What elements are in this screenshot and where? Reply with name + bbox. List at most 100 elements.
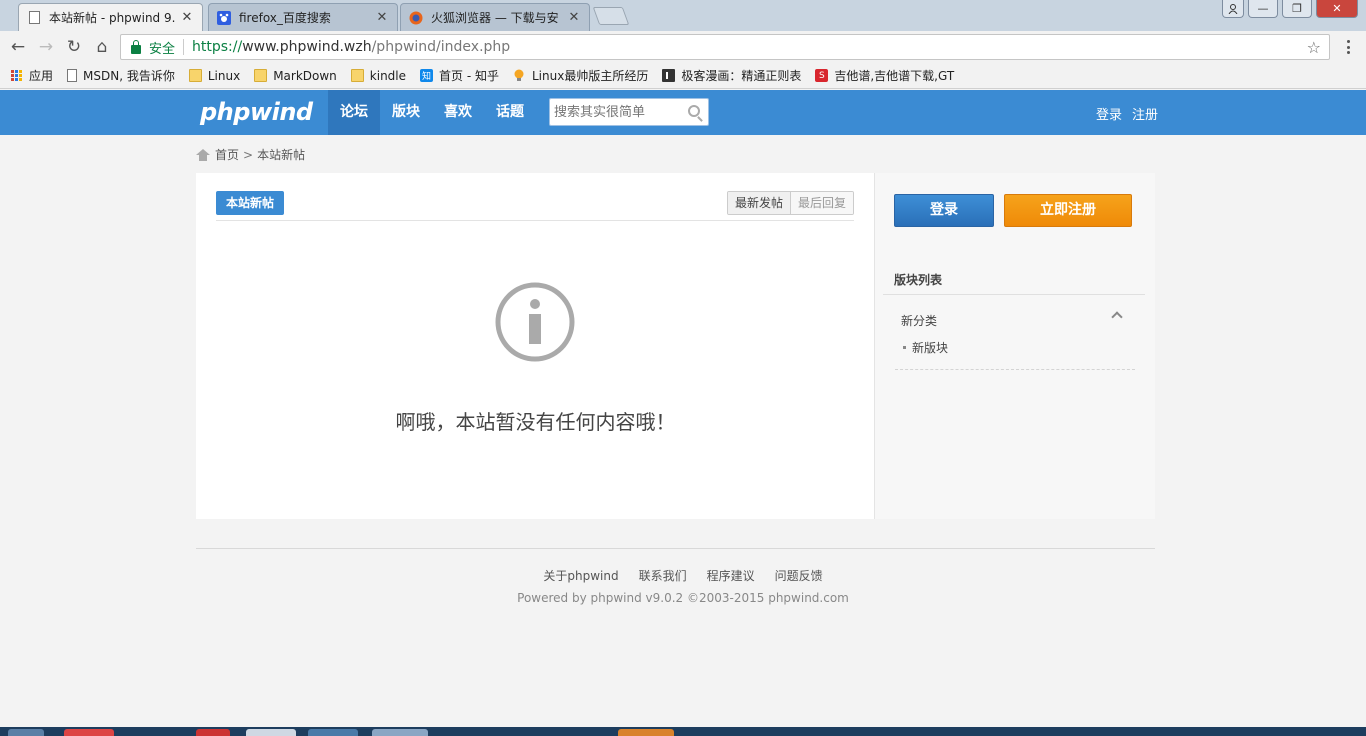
footer-link-about[interactable]: 关于phpwind — [543, 567, 618, 584]
apps-grid-icon — [10, 69, 23, 82]
bookmark-msdn[interactable]: MSDN, 我告诉你 — [67, 67, 175, 84]
footer-divider — [196, 548, 1155, 549]
back-arrow-icon[interactable]: ← — [8, 37, 28, 57]
tab-title: 火狐浏览器 — 下载与安 — [431, 11, 559, 25]
url-path: /phpwind/index.php — [371, 39, 511, 55]
forum-item[interactable]: 新版块 — [903, 339, 948, 356]
taskbar-app[interactable] — [308, 729, 358, 736]
page-icon — [67, 69, 78, 82]
reload-icon[interactable]: ↻ — [64, 37, 84, 57]
browser-tab-strip: 本站新帖 - phpwind 9.0 ✕ firefox_百度搜索 ✕ 火狐浏览… — [0, 0, 1366, 31]
footer-link-contact[interactable]: 联系我们 — [639, 567, 687, 584]
bookmark-geek-comic[interactable]: 极客漫画：精通正则表 — [662, 67, 801, 84]
browser-tab-2[interactable]: firefox_百度搜索 ✕ — [208, 3, 398, 31]
tab-title: 本站新帖 - phpwind 9.0 — [49, 11, 176, 25]
nav-topics[interactable]: 话题 — [484, 90, 536, 135]
bookmark-label: 应用 — [29, 69, 54, 83]
divider — [895, 369, 1135, 370]
close-icon[interactable]: ✕ — [567, 10, 581, 25]
header-register-link[interactable]: 注册 — [1132, 104, 1158, 123]
browser-tab-3[interactable]: 火狐浏览器 — 下载与安 ✕ — [400, 3, 590, 31]
new-tab-button[interactable] — [592, 7, 630, 25]
browser-menu-icon[interactable] — [1340, 37, 1356, 57]
login-button[interactable]: 登录 — [894, 194, 994, 227]
lock-icon — [131, 39, 141, 54]
bookmark-zhihu[interactable]: 知 首页 - 知乎 — [420, 67, 499, 84]
bookmark-label: 吉他谱,吉他谱下载,GT — [834, 69, 955, 83]
bookmark-label: MSDN, 我告诉你 — [83, 69, 175, 83]
browser-tab-1[interactable]: 本站新帖 - phpwind 9.0 ✕ — [18, 3, 203, 31]
user-profile-icon[interactable] — [1222, 0, 1244, 18]
sort-last-reply[interactable]: 最后回复 — [789, 192, 853, 214]
footer-link-suggestions[interactable]: 程序建议 — [707, 567, 755, 584]
divider — [883, 294, 1145, 295]
board-tag: 本站新帖 — [216, 191, 285, 215]
search-input[interactable] — [554, 100, 682, 124]
close-icon[interactable]: ✕ — [375, 10, 389, 25]
bookmark-label: Linux — [207, 68, 241, 83]
home-button-icon[interactable]: ⌂ — [92, 37, 112, 57]
home-icon — [196, 148, 210, 161]
guitar-site-icon: S — [815, 69, 829, 82]
folder-icon — [188, 69, 202, 82]
folder-icon — [254, 69, 268, 82]
url-scheme: https:// — [192, 39, 243, 55]
bookmark-label: 极客漫画：精通正则表 — [681, 69, 802, 83]
tab-title: firefox_百度搜索 — [239, 11, 331, 25]
breadcrumb-current[interactable]: 本站新帖 — [257, 146, 305, 163]
breadcrumb: 首页 > 本站新帖 — [196, 146, 305, 163]
forum-item-label: 新版块 — [912, 341, 949, 355]
url-host: www.phpwind.wzh — [242, 39, 372, 55]
breadcrumb-home[interactable]: 首页 — [215, 146, 239, 163]
divider — [216, 220, 854, 221]
taskbar-app[interactable] — [196, 729, 230, 736]
start-button[interactable] — [8, 729, 44, 736]
forward-arrow-icon[interactable]: → — [36, 37, 56, 57]
nav-boards[interactable]: 版块 — [380, 90, 432, 135]
bookmark-label: 首页 - 知乎 — [439, 69, 499, 83]
taskbar-app[interactable] — [246, 729, 296, 736]
bookmark-kindle[interactable]: kindle — [350, 68, 407, 83]
bookmark-linux[interactable]: Linux — [188, 68, 241, 83]
nav-forum[interactable]: 论坛 — [328, 90, 380, 135]
footer-links: 关于phpwind 联系我们 程序建议 问题反馈 — [0, 567, 1366, 584]
chevron-up-icon[interactable] — [1111, 311, 1123, 323]
site-logo[interactable]: phpwind — [200, 98, 313, 126]
bookmark-label: Linux最帅版主所经历 — [531, 69, 649, 83]
firefox-icon — [409, 11, 423, 25]
footer-link-feedback[interactable]: 问题反馈 — [775, 567, 823, 584]
taskbar-app-chrome[interactable] — [64, 729, 114, 736]
taskbar-app[interactable] — [618, 729, 674, 736]
secure-label: 安全 — [149, 41, 176, 57]
bookmark-label: kindle — [369, 68, 407, 83]
geek-icon — [662, 69, 676, 82]
baidu-paw-icon — [217, 10, 231, 25]
breadcrumb-separator: > — [243, 147, 254, 162]
forum-list-title: 版块列表 — [894, 273, 943, 287]
zhihu-icon: 知 — [420, 69, 434, 82]
taskbar-app[interactable] — [372, 729, 428, 736]
info-icon — [495, 282, 575, 362]
window-close-icon[interactable]: ✕ — [1316, 0, 1358, 18]
bookmark-star-icon[interactable]: ☆ — [1307, 38, 1321, 57]
address-bar[interactable]: 安全 https://www.phpwind.wzh/phpwind/index… — [120, 34, 1330, 60]
category-item[interactable]: 新分类 — [901, 312, 937, 329]
bookmarks-bar: 应用 MSDN, 我告诉你 Linux MarkDown kindle 知 首页… — [0, 63, 1366, 89]
bookmark-linux-moderator[interactable]: Linux最帅版主所经历 — [513, 67, 648, 84]
minimize-icon[interactable]: — — [1248, 0, 1278, 18]
main-nav: 论坛 版块 喜欢 话题 — [328, 90, 536, 135]
header-account-links: 登录 注册 — [1096, 104, 1158, 123]
bookmark-guitar[interactable]: S 吉他谱,吉他谱下载,GT — [815, 67, 954, 84]
nav-likes[interactable]: 喜欢 — [432, 90, 484, 135]
bookmark-markdown[interactable]: MarkDown — [254, 69, 337, 83]
search-icon[interactable] — [688, 105, 700, 117]
register-button[interactable]: 立即注册 — [1004, 194, 1132, 227]
sort-latest-posts[interactable]: 最新发帖 — [727, 192, 790, 214]
bookmark-apps[interactable]: 应用 — [10, 67, 53, 84]
close-icon[interactable]: ✕ — [180, 10, 194, 25]
restore-icon[interactable]: ❐ — [1282, 0, 1312, 18]
divider — [183, 39, 185, 55]
powered-by: Powered by phpwind v9.0.2 ©2003-2015 php… — [517, 591, 849, 605]
bookmark-label: MarkDown — [273, 68, 337, 83]
header-login-link[interactable]: 登录 — [1096, 104, 1122, 123]
